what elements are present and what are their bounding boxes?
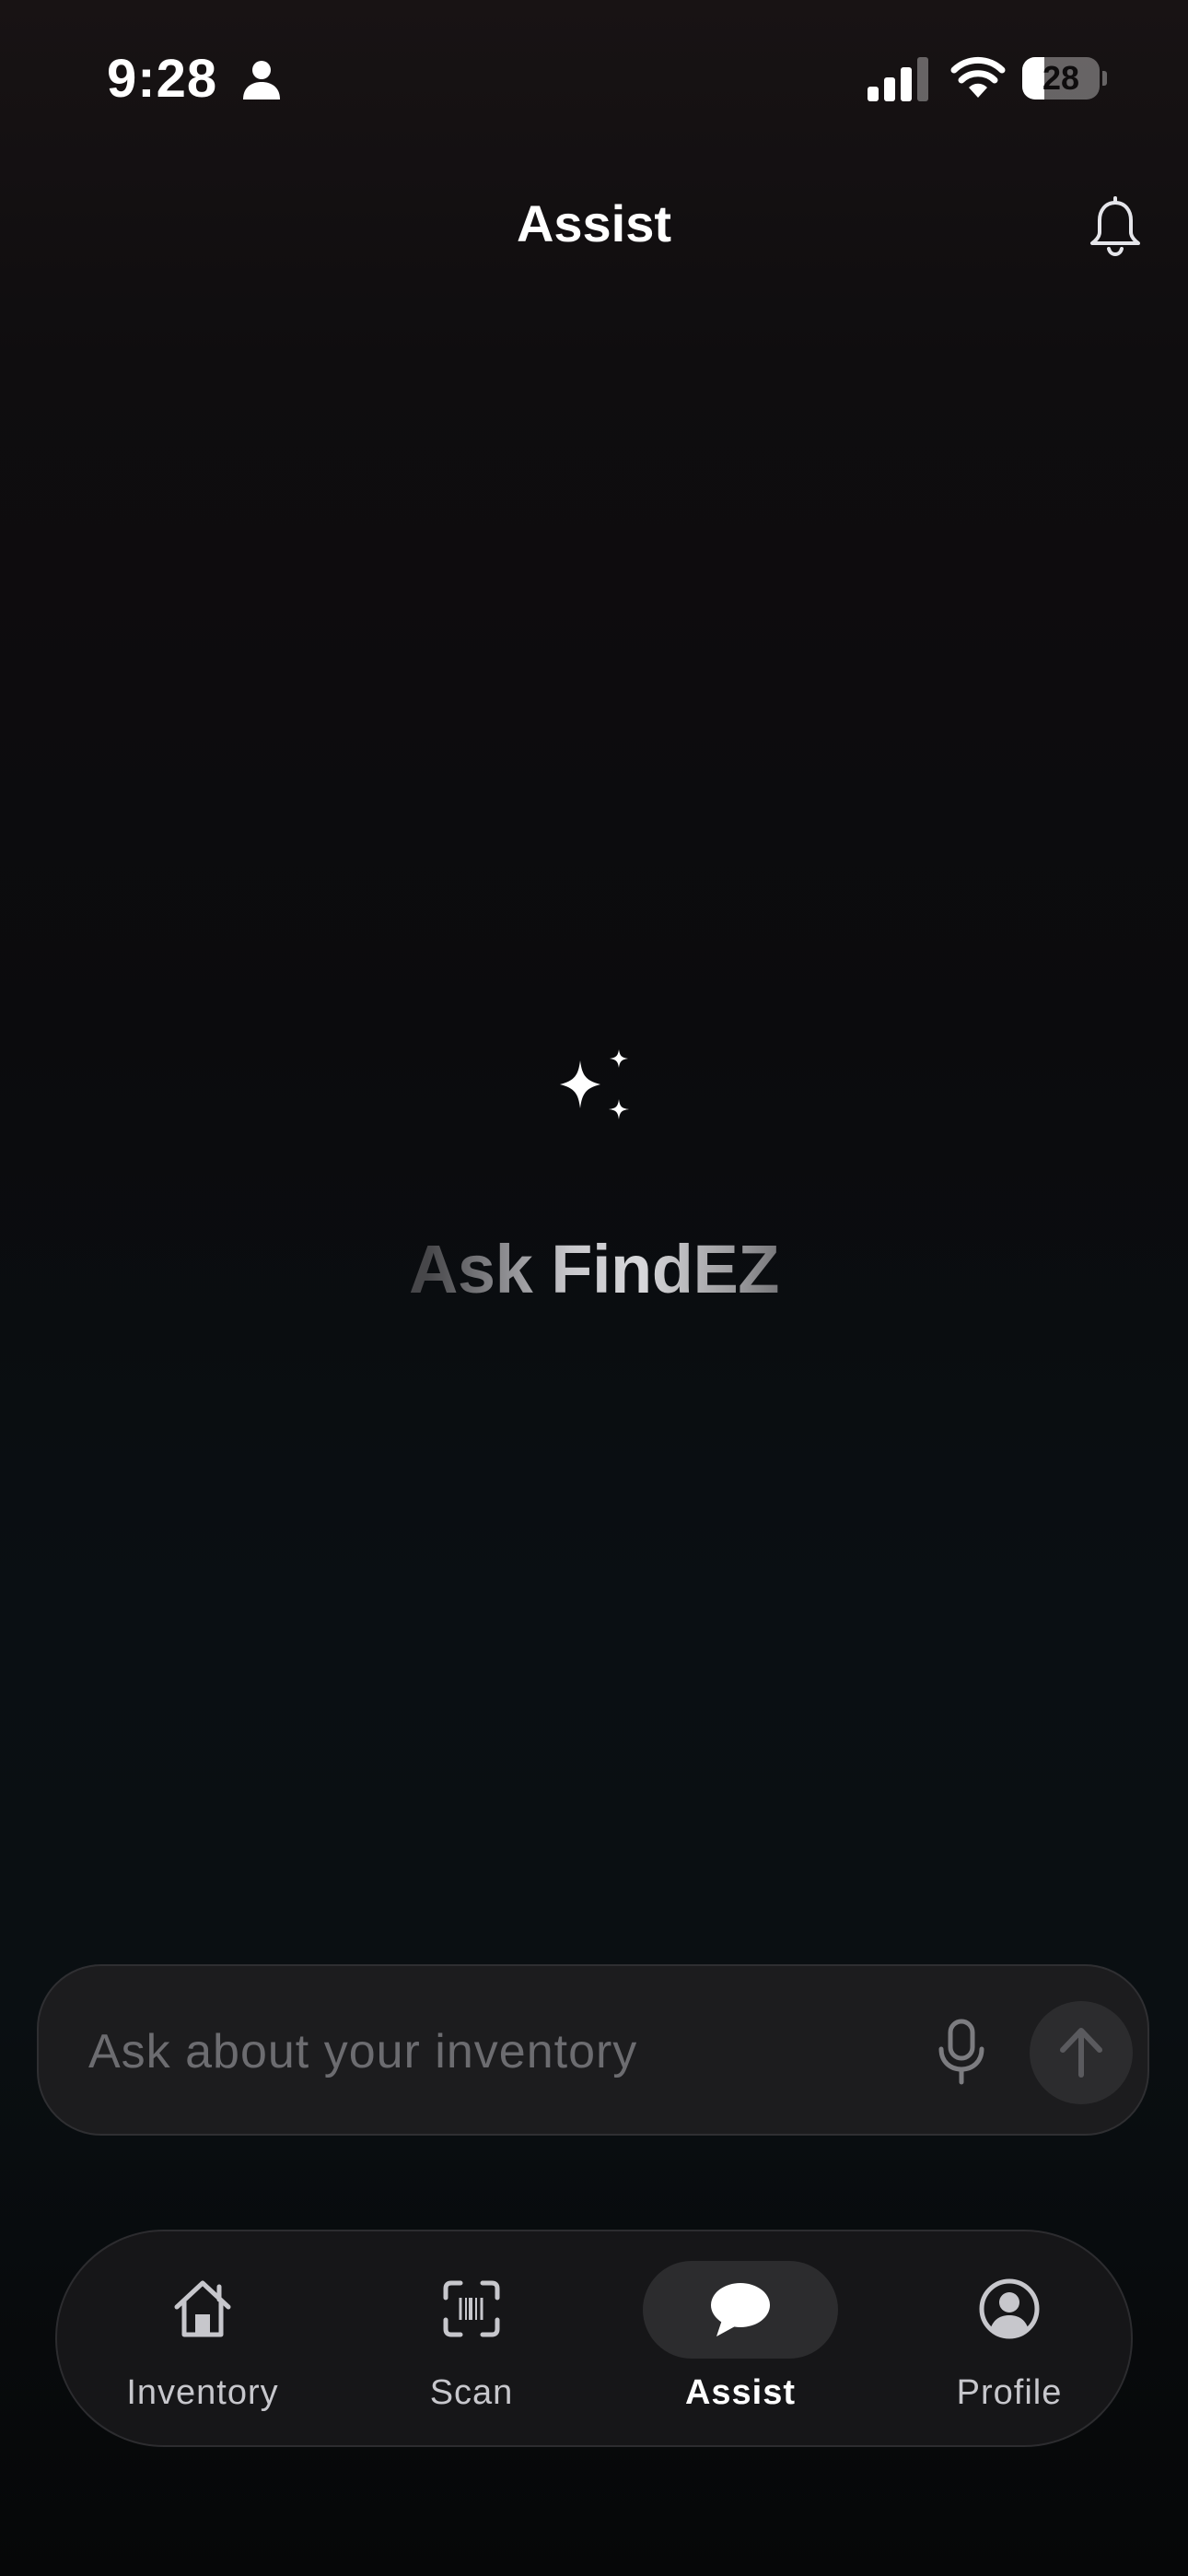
tab-label: Assist: [684, 2373, 797, 2412]
tab-profile[interactable]: Profile: [875, 2231, 1144, 2449]
barcode-scan-icon: [443, 2280, 500, 2337]
tab-scan[interactable]: Scan: [337, 2231, 606, 2449]
tab-label: Profile: [956, 2373, 1063, 2412]
arrow-up-icon: [1060, 2028, 1102, 2078]
tab-label: Scan: [429, 2373, 514, 2412]
tab-inventory[interactable]: Inventory: [68, 2231, 337, 2449]
battery-icon: 28: [1022, 57, 1107, 100]
hero-title: Ask FindEZ: [0, 1230, 1188, 1308]
battery-level: 28: [1042, 59, 1080, 97]
bell-icon[interactable]: [1083, 195, 1147, 260]
tab-assist[interactable]: Assist: [606, 2231, 875, 2449]
status-bar: 9:28 28: [0, 0, 1188, 157]
cellular-signal-icon: [868, 57, 928, 101]
house-icon: [174, 2280, 231, 2337]
wifi-icon: [950, 56, 1006, 98]
person-icon: [243, 61, 280, 100]
chat-input[interactable]: [88, 2012, 917, 2091]
microphone-icon[interactable]: [926, 2016, 996, 2090]
send-button[interactable]: [1030, 2001, 1133, 2104]
tab-bar: Inventory Scan Assist Profile: [55, 2230, 1133, 2447]
tab-label: Inventory: [126, 2373, 279, 2412]
page-title: Assist: [516, 194, 672, 252]
sparkles-icon: [560, 1049, 629, 1119]
status-time: 9:28: [107, 49, 218, 109]
chat-bubble-icon: [711, 2283, 770, 2336]
chat-input-bar: [37, 1964, 1149, 2136]
person-circle-icon: [979, 2278, 1040, 2339]
